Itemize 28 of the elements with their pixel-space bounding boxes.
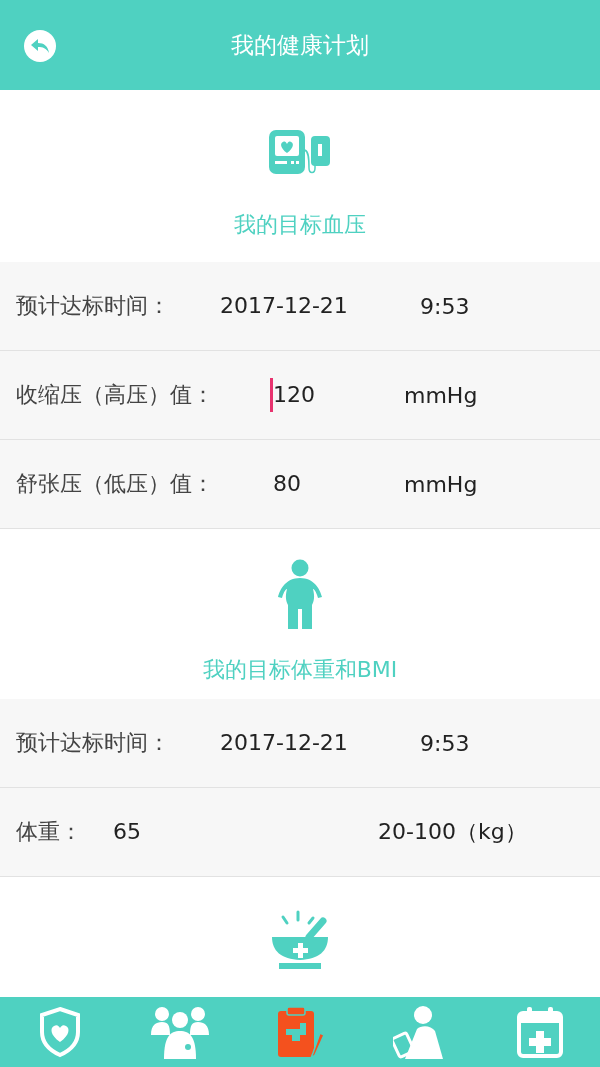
blood-pressure-monitor-icon	[269, 130, 331, 176]
range-label: 20-100（kg）	[378, 818, 527, 846]
date-value: 2017-12-21	[219, 729, 349, 757]
clipboard-pen-icon	[275, 1005, 325, 1059]
time-value: 9:53	[420, 730, 470, 756]
unit-label: mmHg	[404, 471, 478, 497]
back-button[interactable]	[24, 30, 56, 62]
page-title: 我的健康计划	[231, 30, 369, 60]
tab-bar-item[interactable]	[148, 1004, 212, 1060]
shield-heart-icon	[38, 1006, 82, 1058]
field-label: 体重：	[16, 818, 83, 846]
doctors-icon	[150, 1005, 210, 1059]
section-title: 我的目标体重和BMI	[202, 656, 398, 684]
date-value: 2017-12-21	[219, 292, 349, 320]
section-title: 我的目标血压	[234, 211, 366, 239]
field-label: 预计达标时间：	[16, 292, 171, 320]
value-field[interactable]: 65	[110, 815, 378, 849]
value-field[interactable]: 120	[270, 378, 404, 412]
field-label: 预计达标时间：	[16, 729, 171, 757]
back-arrow-icon	[30, 38, 50, 54]
unit-label: mmHg	[404, 382, 478, 408]
field-label: 收缩压（高压）值：	[16, 381, 215, 409]
field-label: 舒张压（低压）值：	[16, 470, 215, 498]
person-figure-icon	[277, 559, 323, 631]
value-field[interactable]: 80	[270, 467, 404, 501]
mortar-pestle-icon	[271, 909, 329, 971]
time-value: 9:53	[420, 293, 470, 319]
calendar-plus-icon	[516, 1005, 564, 1059]
